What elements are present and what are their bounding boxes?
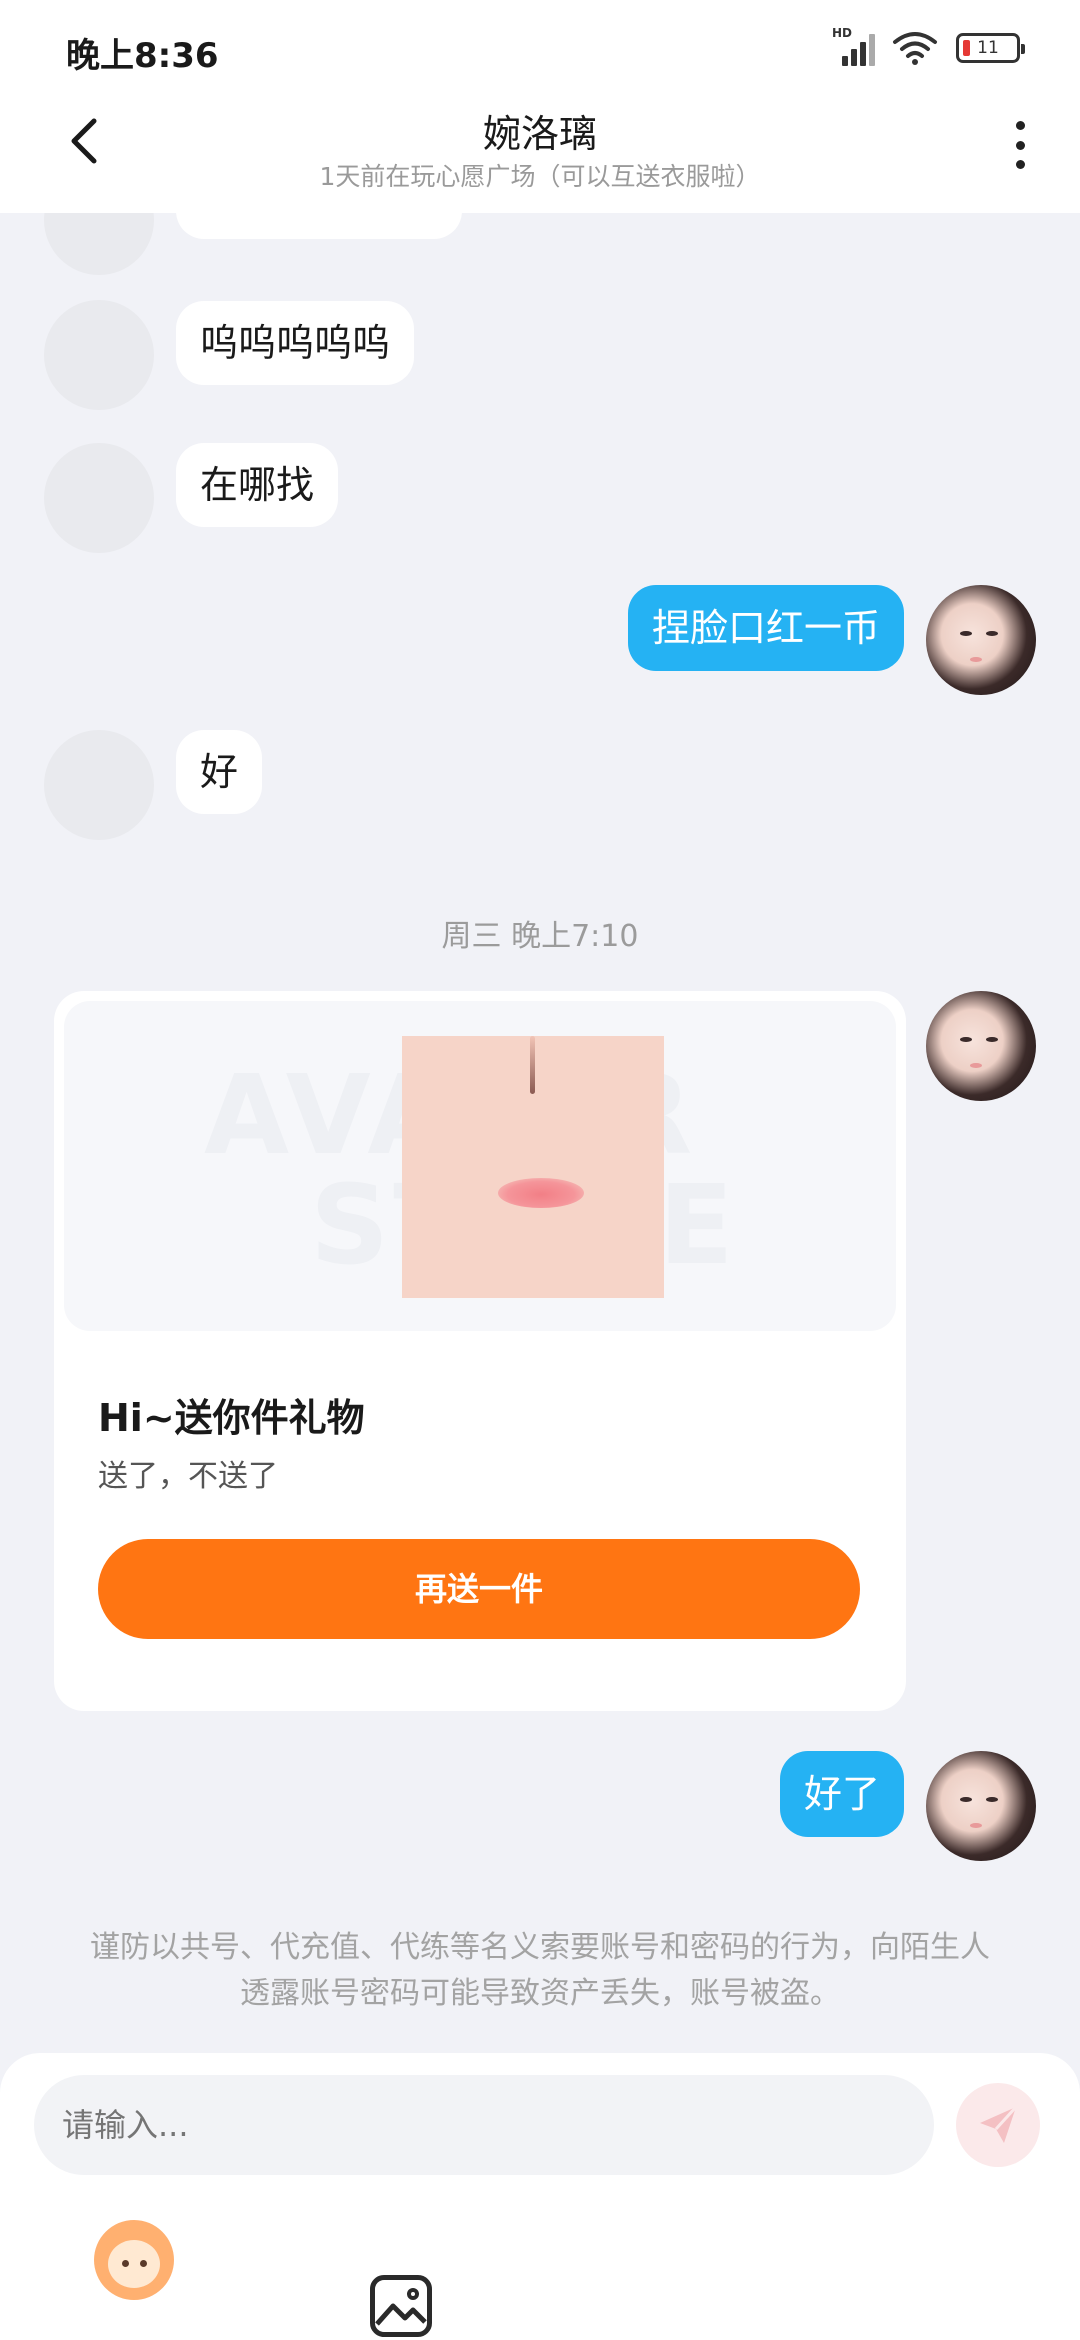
- network-type-label: HD: [832, 26, 853, 40]
- send-again-button[interactable]: 再送一件: [98, 1539, 860, 1639]
- status-icons: HD 11: [832, 26, 1025, 68]
- message-input-bar: [0, 2053, 1080, 2340]
- message-bubble[interactable]: 在哪找: [176, 443, 339, 527]
- message-bubble-own[interactable]: 捏脸口红一币: [627, 585, 904, 671]
- contact-name: 婉洛璃: [482, 112, 597, 156]
- emoji-sticker-button[interactable]: [94, 2220, 174, 2300]
- gift-item-image[interactable]: [402, 1036, 664, 1298]
- gift-preview: AVATAR STORE: [64, 1001, 896, 1331]
- gift-title: Hi~送你件礼物: [98, 1396, 365, 1440]
- status-time: 晚上8:36: [66, 36, 219, 76]
- contact-avatar[interactable]: [44, 213, 154, 275]
- more-options-button[interactable]: [1000, 119, 1040, 171]
- chat-header: 婉洛璃 1天前在玩心愿广场（可以互送衣服啦）: [0, 95, 1080, 213]
- gift-description: 送了，不送了: [98, 1459, 278, 1494]
- contact-status: 1天前在玩心愿广场（可以互送衣服啦）: [319, 162, 761, 191]
- message-bubble[interactable]: 呜呜呜呜呜: [176, 301, 415, 385]
- dot-icon: [1015, 121, 1025, 130]
- message-bubble-partial[interactable]: [176, 213, 462, 239]
- battery-icon: 11: [956, 33, 1025, 63]
- contact-avatar[interactable]: [44, 300, 154, 410]
- dot-icon: [1015, 140, 1025, 150]
- chat-messages[interactable]: 呜呜呜呜呜 在哪找 捏脸口红一币 好 周三 晚上7:10 AVATAR STOR…: [0, 213, 1080, 2053]
- security-warning: 谨防以共号、代充值、代练等名义索要账号和密码的行为，向陌生人透露账号密码可能导致…: [90, 1930, 990, 2011]
- message-bubble-own[interactable]: 好了: [779, 1751, 904, 1837]
- message-timestamp: 周三 晚上7:10: [441, 919, 639, 954]
- send-button[interactable]: [956, 2083, 1040, 2167]
- gift-card[interactable]: AVATAR STORE Hi~送你件礼物 送了，不送了 再送一件: [54, 991, 906, 1711]
- image-picker-icon[interactable]: [370, 2275, 432, 2337]
- message-input[interactable]: [34, 2075, 934, 2175]
- user-avatar[interactable]: [926, 991, 1036, 1101]
- wifi-icon: [893, 32, 937, 65]
- user-avatar[interactable]: [926, 1751, 1036, 1861]
- message-bubble[interactable]: 好: [176, 730, 263, 814]
- paper-plane-icon: [980, 2105, 1018, 2143]
- contact-avatar[interactable]: [44, 443, 154, 553]
- status-bar: 晚上8:36 HD 11: [0, 0, 1080, 95]
- dot-icon: [1015, 160, 1025, 169]
- user-avatar[interactable]: [926, 585, 1036, 695]
- contact-avatar[interactable]: [44, 730, 154, 840]
- battery-level: 11: [977, 38, 999, 58]
- signal-icon: HD: [832, 26, 875, 66]
